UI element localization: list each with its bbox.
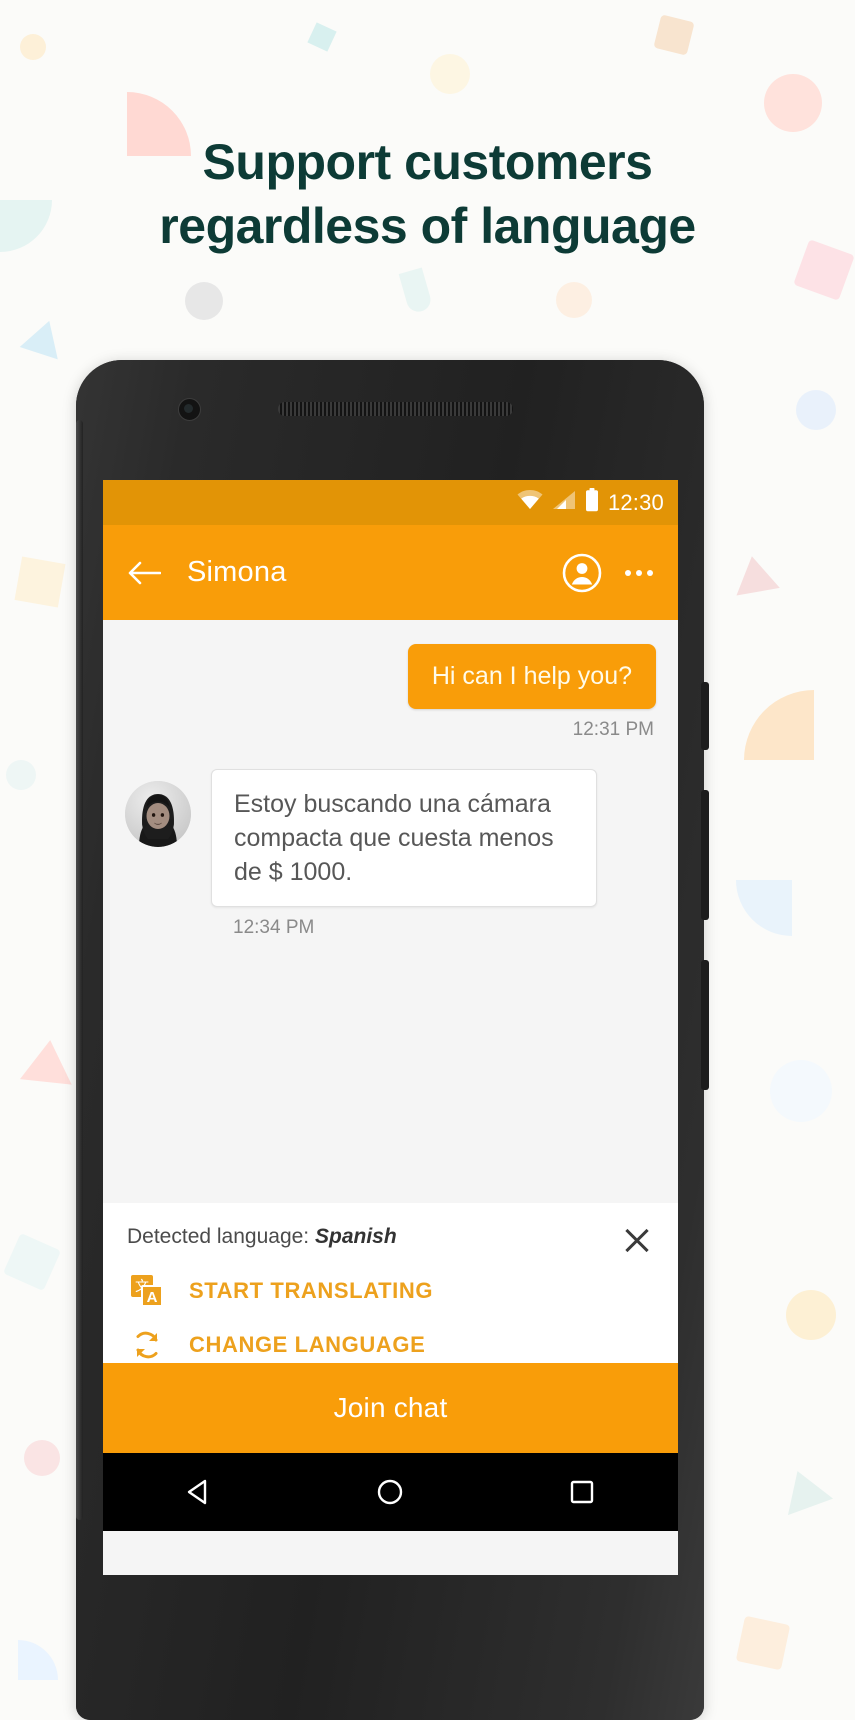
decor-shape xyxy=(744,690,814,760)
message-timestamp-incoming: 12:34 PM xyxy=(233,917,315,938)
decor-shape xyxy=(556,282,592,318)
decor-shape xyxy=(786,1290,836,1340)
start-translating-button[interactable]: 文 A START TRANSLATING xyxy=(127,1271,654,1311)
nav-home-circle-icon[interactable] xyxy=(330,1477,450,1507)
close-icon[interactable] xyxy=(620,1223,654,1257)
nav-recents-square-icon[interactable] xyxy=(522,1478,642,1506)
overflow-dot xyxy=(635,569,642,576)
account-circle-icon[interactable] xyxy=(562,553,602,593)
translate-target-char: A xyxy=(141,1285,163,1307)
decor-shape xyxy=(736,880,792,936)
decor-shape xyxy=(730,552,780,596)
decor-shape xyxy=(653,14,695,56)
decor-shape xyxy=(19,314,69,360)
status-bar-clock: 12:30 xyxy=(607,489,664,515)
decor-shape xyxy=(2,1232,62,1292)
decor-shape xyxy=(14,556,66,608)
message-bubble-outgoing: Hi can I help you? xyxy=(407,644,656,709)
phone-volume-down-button xyxy=(701,960,709,1090)
overflow-dot xyxy=(647,569,654,576)
decor-shape xyxy=(307,22,337,52)
change-language-button[interactable]: CHANGE LANGUAGE xyxy=(127,1325,654,1365)
more-vertical-icon[interactable] xyxy=(622,567,656,579)
android-navigation-bar xyxy=(103,1453,678,1531)
message-bubble-incoming: Estoy buscando una cámara compacta que c… xyxy=(211,769,597,907)
contact-avatar xyxy=(125,781,191,847)
wifi-icon xyxy=(517,490,543,515)
join-chat-button[interactable]: Join chat xyxy=(103,1363,678,1453)
phone-power-button xyxy=(701,682,709,750)
translate-panel: Detected language: Spanish 文 A START TRA… xyxy=(103,1203,678,1363)
decor-shape xyxy=(764,74,822,132)
chat-message-list[interactable]: Hi can I help you? 12:31 PM Estoy buscan… xyxy=(103,620,678,1203)
translate-glyph: 文 A xyxy=(131,1275,163,1307)
decor-shape xyxy=(185,282,223,320)
phone-edge-highlight xyxy=(76,420,83,1520)
nav-back-triangle-icon[interactable] xyxy=(139,1477,259,1507)
front-camera-icon xyxy=(178,398,201,421)
detected-language-value: Spanish xyxy=(314,1225,397,1248)
phone-screen: 12:30 Simona Hi can I help you? 12:31 PM… xyxy=(103,480,678,1575)
page-title: Support customers regardless of language xyxy=(0,130,855,258)
swap-language-icon xyxy=(127,1328,167,1362)
earpiece-speaker xyxy=(278,402,513,416)
status-bar: 12:30 xyxy=(103,480,678,525)
overflow-dot xyxy=(624,569,631,576)
message-row-outgoing: Hi can I help you? xyxy=(125,644,656,709)
headline-line-1: Support customers xyxy=(202,134,653,190)
start-translating-label: START TRANSLATING xyxy=(189,1278,434,1303)
decor-shape xyxy=(398,267,434,315)
decor-shape xyxy=(430,54,470,94)
message-timestamp-outgoing: 12:31 PM xyxy=(572,719,654,740)
decor-shape xyxy=(24,1440,60,1476)
google-translate-icon: 文 A xyxy=(127,1275,167,1307)
decor-shape xyxy=(19,1037,77,1085)
message-row-incoming: Estoy buscando una cámara compacta que c… xyxy=(125,769,656,907)
decor-shape xyxy=(774,1462,834,1516)
detected-language-text: Detected language: Spanish xyxy=(127,1225,620,1249)
detected-language-prefix: Detected language: xyxy=(127,1225,315,1248)
cell-signal-icon xyxy=(552,490,576,515)
phone-volume-up-button xyxy=(701,790,709,920)
change-language-label: CHANGE LANGUAGE xyxy=(189,1332,426,1357)
decor-shape xyxy=(20,34,46,60)
decor-shape xyxy=(770,1060,832,1122)
app-bar: Simona xyxy=(103,525,678,620)
decor-shape xyxy=(735,1615,791,1671)
battery-icon xyxy=(585,488,599,517)
translate-panel-header: Detected language: Spanish xyxy=(127,1225,654,1257)
decor-shape xyxy=(6,760,36,790)
back-arrow-icon[interactable] xyxy=(127,560,161,586)
phone-mockup: 12:30 Simona Hi can I help you? 12:31 PM… xyxy=(76,360,709,1720)
headline-line-2: regardless of language xyxy=(159,198,696,254)
decor-shape xyxy=(796,390,836,430)
conversation-title: Simona xyxy=(187,556,287,588)
decor-shape xyxy=(18,1640,58,1680)
